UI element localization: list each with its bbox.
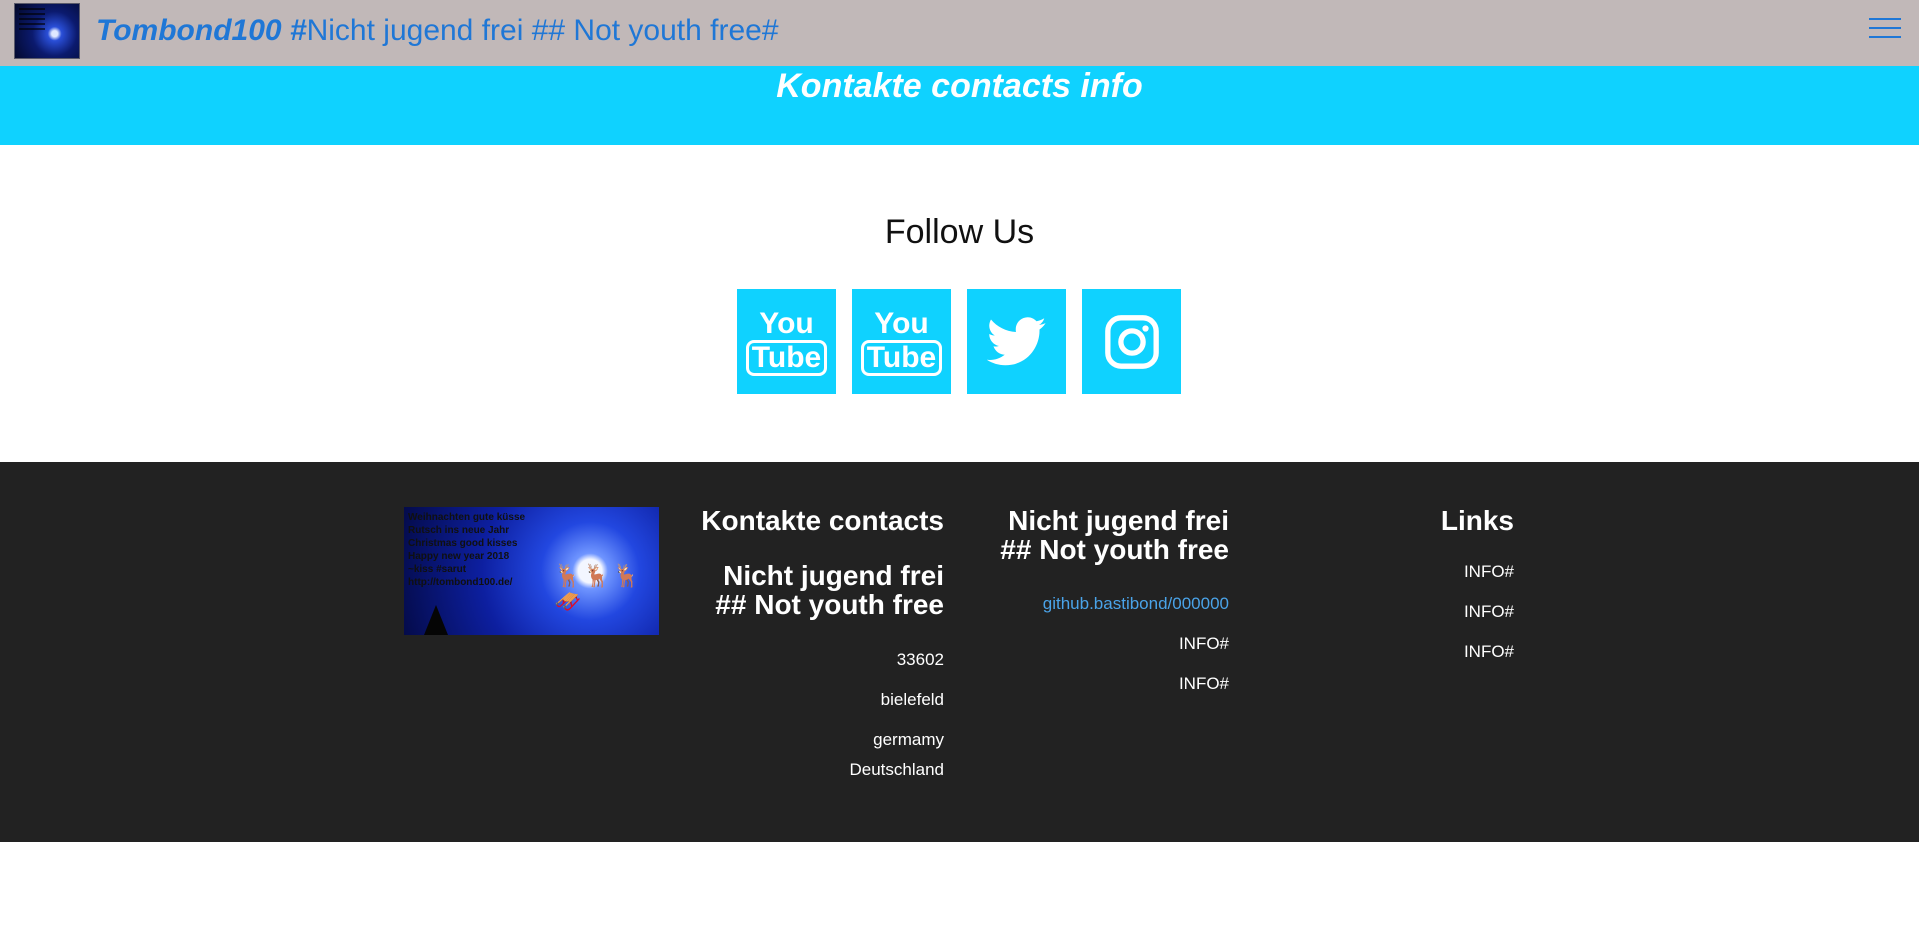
footer-info-heading-2: ## Not youth free: [1000, 534, 1229, 565]
footer-zip: 33602: [896, 650, 944, 669]
footer-info-heading-1: Nicht jugend frei: [1008, 505, 1229, 536]
footer-country-1: germamy: [873, 730, 944, 749]
footer-info-item[interactable]: INFO#: [960, 634, 1229, 654]
footer-country-2: Deutschland: [849, 760, 944, 779]
footer-contacts-subheading-2: ## Not youth free: [715, 589, 944, 620]
reindeer-sleigh-icon: 🦌🦌🦌🛷: [554, 563, 643, 614]
footer-image-text: Weihnachten gute küsse Rutsch ins neue J…: [408, 512, 526, 588]
twitter-link[interactable]: [967, 289, 1066, 394]
instagram-icon: [1104, 314, 1159, 369]
footer-contacts-subheading-1: Nicht jugend frei: [723, 560, 944, 591]
footer-city: bielefeld: [880, 690, 944, 709]
logo-text-lines: [19, 8, 45, 33]
follow-us-heading: Follow Us: [884, 213, 1035, 251]
footer-links-heading: Links: [1440, 505, 1514, 536]
site-brand: Tombond100 #: [96, 14, 307, 47]
site-title-text: Nicht jugend frei ## Not youth free#: [306, 14, 779, 47]
footer-contacts-column: Kontakte contacts Nicht jugend frei ## N…: [680, 506, 944, 780]
footer-info-column: Nicht jugend frei ## Not youth free gith…: [960, 506, 1229, 694]
twitter-icon: [986, 316, 1046, 365]
footer-github-link[interactable]: github.bastibond/000000: [960, 594, 1229, 614]
tree-icon: [424, 605, 448, 635]
footer-link-item[interactable]: INFO#: [1300, 562, 1514, 582]
youtube-icon: You Tube: [860, 307, 943, 376]
footer-link-item[interactable]: INFO#: [1300, 642, 1514, 662]
site-logo[interactable]: [14, 3, 80, 59]
site-title[interactable]: Tombond100 #Nicht jugend frei ## Not you…: [96, 12, 779, 50]
footer-contacts-heading: Kontakte contacts: [701, 505, 944, 536]
navbar: Tombond100 #Nicht jugend frei ## Not you…: [0, 0, 1919, 66]
page-banner: Kontakte contacts info: [0, 66, 1919, 145]
page-title: Kontakte contacts info: [776, 67, 1143, 105]
youtube-link-1[interactable]: You Tube: [737, 289, 836, 394]
youtube-icon: You Tube: [745, 307, 828, 376]
menu-icon[interactable]: [1869, 18, 1901, 42]
youtube-link-2[interactable]: You Tube: [852, 289, 951, 394]
footer-link-item[interactable]: INFO#: [1300, 602, 1514, 622]
footer-links-column: Links INFO# INFO# INFO#: [1300, 506, 1514, 662]
footer-christmas-image: Weihnachten gute küsse Rutsch ins neue J…: [404, 507, 659, 635]
footer-info-item[interactable]: INFO#: [960, 674, 1229, 694]
instagram-link[interactable]: [1082, 289, 1181, 394]
